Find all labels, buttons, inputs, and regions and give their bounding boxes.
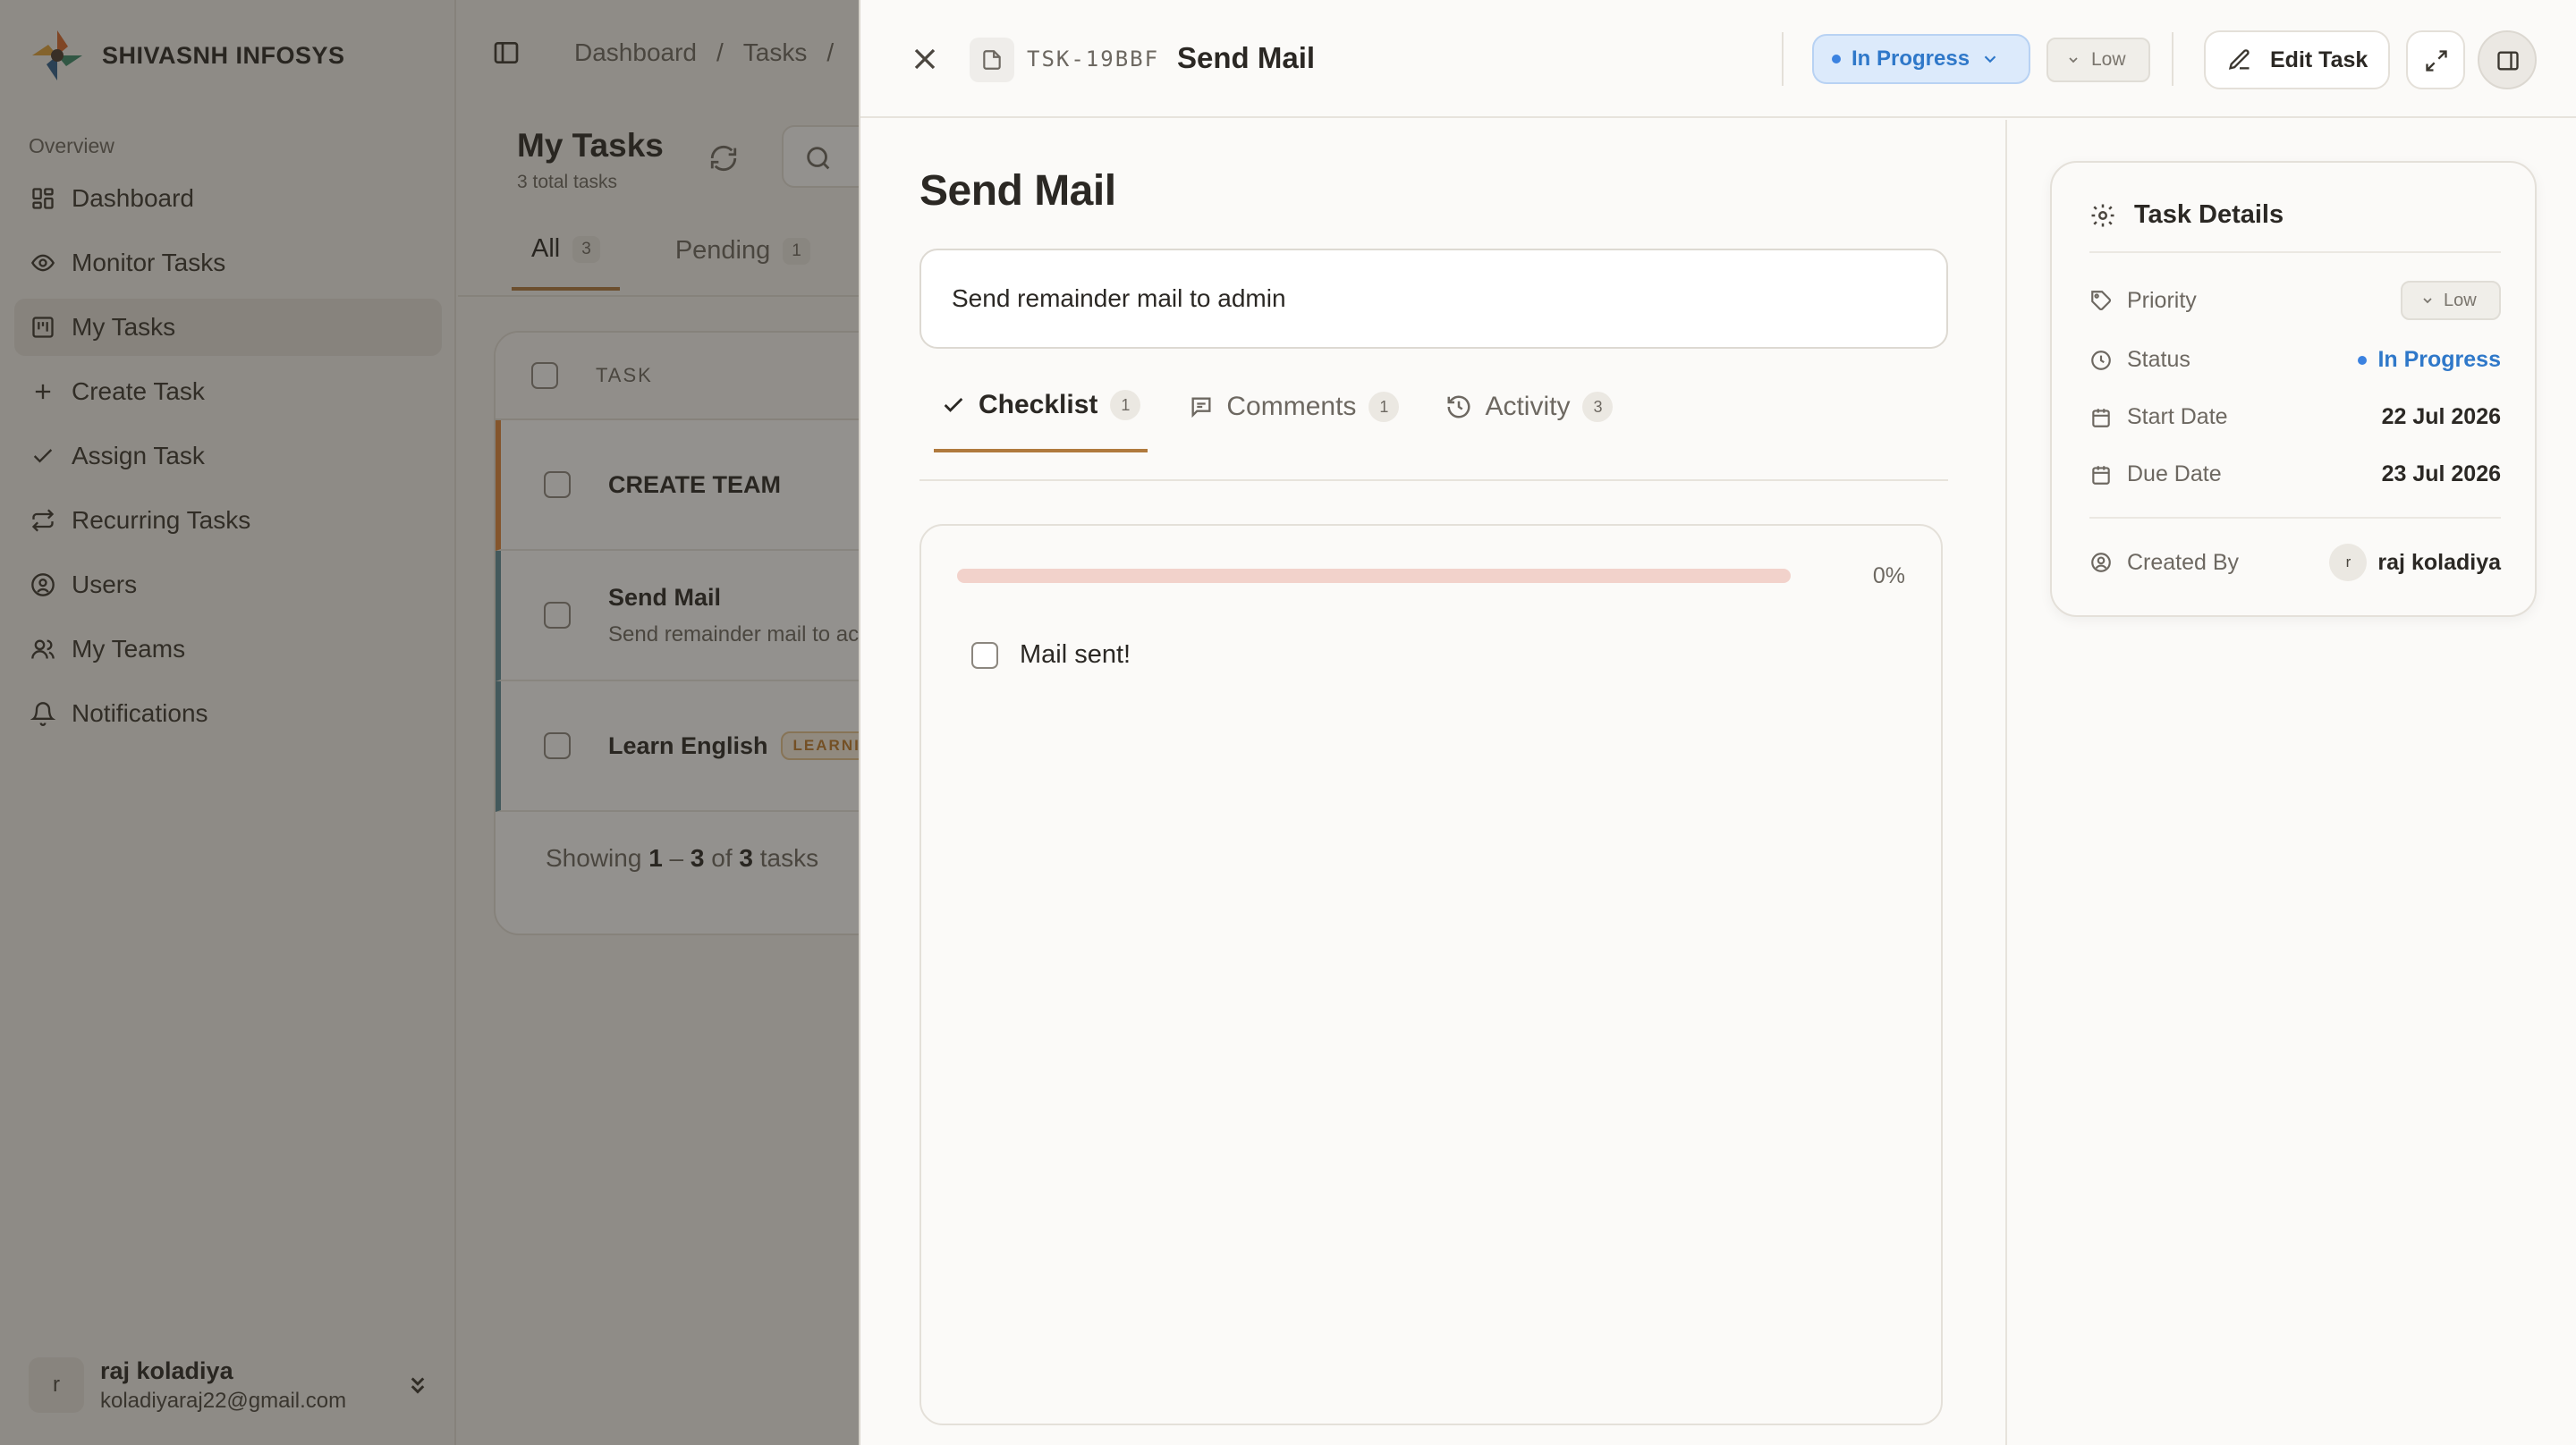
status-label: In Progress bbox=[1852, 46, 1970, 71]
check-icon bbox=[944, 398, 963, 412]
task-details-card: Task Details Priority Low Status In Prog… bbox=[2050, 161, 2537, 617]
header-divider bbox=[1782, 32, 1784, 86]
detail-label: Status bbox=[2127, 347, 2190, 372]
detail-row-status: Status In Progress bbox=[2089, 347, 2501, 373]
detail-label: Start Date bbox=[2127, 404, 2228, 429]
status-dot bbox=[2358, 355, 2368, 365]
detail-label: Created By bbox=[2127, 549, 2240, 575]
task-id: TSK-19BBF bbox=[1027, 46, 1160, 72]
checklist-item[interactable]: Mail sent! bbox=[971, 640, 1131, 670]
task-description[interactable]: Send remainder mail to admin bbox=[919, 249, 1948, 349]
tab-count: 1 bbox=[1110, 390, 1141, 420]
priority-label: Low bbox=[2091, 49, 2126, 70]
pencil-icon bbox=[2228, 49, 2250, 70]
tab-count: 1 bbox=[1368, 392, 1400, 422]
task-name: Send Mail bbox=[1177, 41, 1316, 74]
task-drawer: TSK-19BBF Send Mail In Progress Low Edit… bbox=[859, 0, 2576, 1445]
tab-label: Checklist bbox=[979, 390, 1098, 419]
task-details-title: Task Details bbox=[2134, 200, 2284, 229]
details-divider bbox=[2089, 517, 2501, 519]
detail-row-start-date: Start Date 22 Jul 2026 bbox=[2089, 404, 2501, 430]
tab-checklist[interactable]: Checklist 1 bbox=[934, 384, 1148, 452]
message-icon bbox=[1191, 397, 1211, 418]
tab-label: Comments bbox=[1226, 392, 1357, 421]
expand-button[interactable] bbox=[2406, 30, 2465, 89]
gear-icon bbox=[2091, 204, 2114, 226]
task-details-header: Task Details bbox=[2089, 200, 2501, 253]
priority-dropdown[interactable]: Low bbox=[2401, 281, 2501, 320]
start-date-value: 22 Jul 2026 bbox=[2381, 404, 2501, 429]
drawer-tabs: Checklist 1 Comments 1 Activity 3 bbox=[934, 384, 1618, 452]
chevron-down-icon bbox=[1984, 55, 1996, 63]
tab-label: Activity bbox=[1485, 392, 1571, 421]
tag-icon bbox=[2091, 291, 2111, 310]
tab-activity[interactable]: Activity 3 bbox=[1440, 384, 1618, 452]
checklist-item-checkbox[interactable] bbox=[971, 641, 998, 669]
calendar-icon bbox=[2092, 465, 2110, 485]
detail-row-created-by: Created By r raj koladiya bbox=[2089, 544, 2501, 581]
expand-icon bbox=[2426, 50, 2447, 72]
status-dot bbox=[1832, 55, 1841, 63]
checklist-progress-bar bbox=[957, 569, 1791, 583]
file-icon bbox=[983, 50, 1001, 70]
user-circle-icon bbox=[2091, 553, 2111, 572]
checklist-panel: 0% Mail sent! bbox=[919, 524, 1943, 1425]
detail-label: Priority bbox=[2127, 287, 2197, 313]
toggle-side-panel-button[interactable] bbox=[2478, 30, 2537, 89]
priority-dropdown[interactable]: Low bbox=[2046, 38, 2150, 82]
header-divider bbox=[2172, 32, 2174, 86]
chevron-down-icon bbox=[2069, 57, 2078, 63]
drawer-header: TSK-19BBF Send Mail In Progress Low Edit… bbox=[860, 0, 2576, 118]
task-title: Send Mail bbox=[919, 167, 1116, 215]
close-icon[interactable] bbox=[907, 41, 943, 77]
chevron-down-icon bbox=[2423, 298, 2432, 304]
details-sidebar: Task Details Priority Low Status In Prog… bbox=[2005, 120, 2576, 1445]
calendar-icon bbox=[2092, 408, 2110, 427]
tabs-divider bbox=[919, 479, 1948, 481]
clock-icon bbox=[2091, 350, 2111, 370]
drawer-body: Send Mail Send remainder mail to admin C… bbox=[860, 120, 2005, 1445]
tab-comments[interactable]: Comments 1 bbox=[1183, 384, 1404, 452]
modal-backdrop[interactable] bbox=[0, 0, 859, 1445]
created-by-name: raj koladiya bbox=[2377, 549, 2501, 575]
avatar: r bbox=[2329, 544, 2368, 581]
detail-row-due-date: Due Date 23 Jul 2026 bbox=[2089, 461, 2501, 487]
edit-task-label: Edit Task bbox=[2270, 46, 2368, 72]
document-badge bbox=[970, 38, 1014, 82]
edit-task-button[interactable]: Edit Task bbox=[2204, 30, 2390, 89]
checklist-item-label: Mail sent! bbox=[1020, 640, 1131, 669]
tab-count: 3 bbox=[1582, 392, 1614, 422]
detail-label: Due Date bbox=[2127, 461, 2222, 486]
panel-right-icon bbox=[2497, 51, 2519, 71]
created-by-value: r raj koladiya bbox=[2329, 544, 2501, 581]
status-value-wrap: In Progress bbox=[2358, 347, 2501, 373]
due-date-value: 23 Jul 2026 bbox=[2381, 461, 2501, 486]
priority-value: Low bbox=[2444, 290, 2477, 310]
history-icon bbox=[1447, 395, 1470, 418]
checklist-progress-label: 0% bbox=[1872, 563, 1905, 588]
status-dropdown[interactable]: In Progress bbox=[1812, 34, 2030, 84]
status-value: In Progress bbox=[2377, 347, 2501, 372]
detail-row-priority: Priority Low bbox=[2089, 281, 2501, 320]
